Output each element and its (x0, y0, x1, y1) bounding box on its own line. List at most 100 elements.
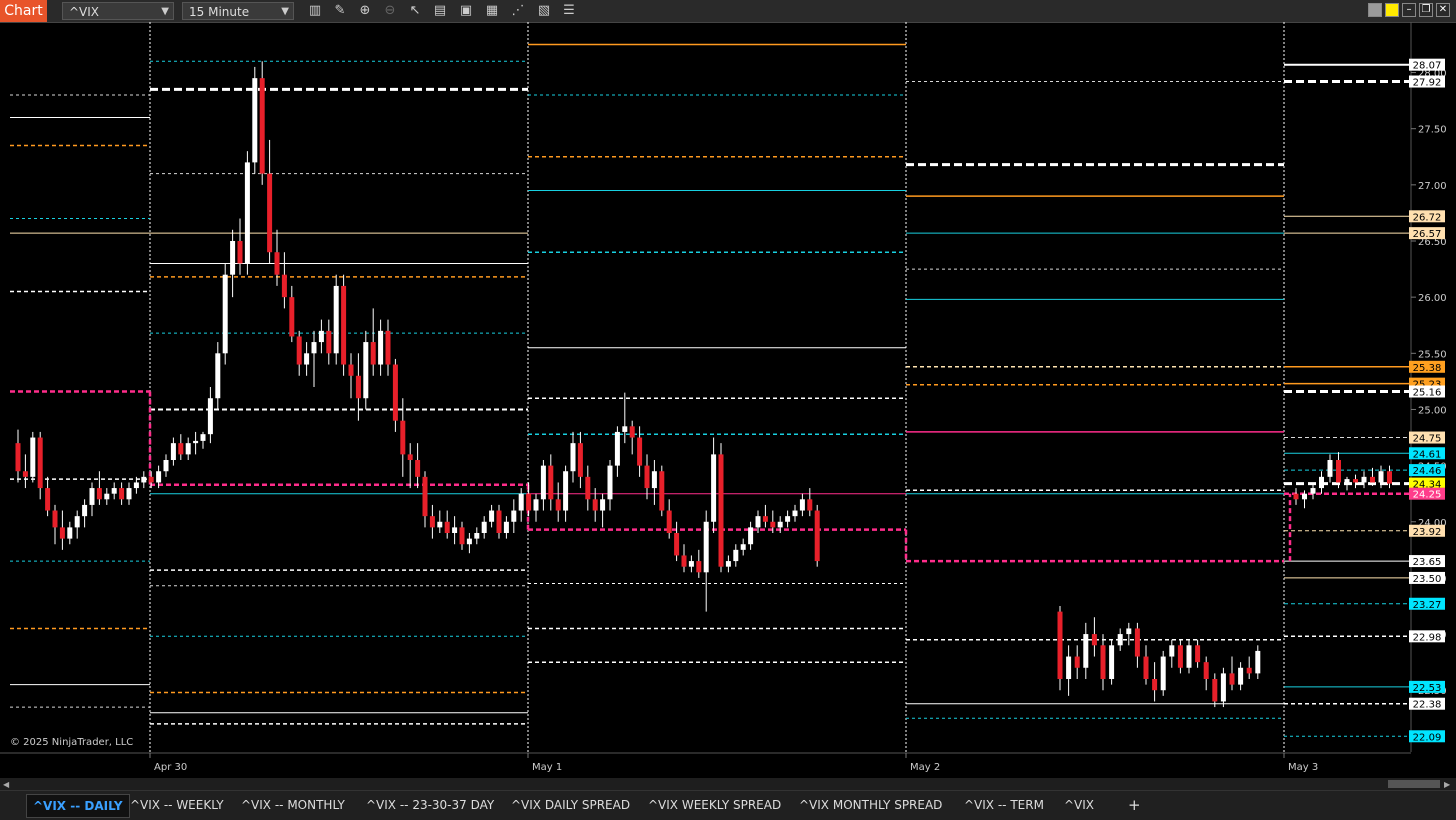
list-icon[interactable]: ☰ (561, 3, 577, 19)
candle-body (1109, 645, 1115, 679)
tab-vix-weekly[interactable]: ^VIX -- WEEKLY (124, 794, 230, 816)
candle-body (703, 521, 709, 573)
candle-body (259, 78, 265, 174)
candle-body (762, 516, 768, 522)
candle-body (378, 330, 384, 365)
candle-body (1074, 656, 1080, 668)
candle-body (296, 336, 302, 365)
add-tab-button[interactable]: + (1122, 794, 1147, 816)
tab-vix[interactable]: ^VIX (1058, 794, 1100, 816)
candle-body (281, 274, 287, 298)
minimize-icon[interactable]: – (1402, 3, 1416, 17)
interval-selector[interactable]: 15 Minute ▼ (182, 2, 294, 20)
candle-body (89, 488, 95, 505)
price-tag-label: 28.07 (1413, 61, 1442, 72)
candle-body (385, 330, 391, 365)
scroll-left-icon[interactable]: ◀ (3, 780, 9, 789)
price-tag-label: 25.38 (1413, 363, 1442, 374)
price-tag-label: 26.72 (1413, 212, 1442, 223)
chart-toolbar: Chart ^VIX ▼ 15 Minute ▼ ▥ ✎ ⊕ ⊖ ↖ ▤ ▣ ▦… (0, 0, 1456, 23)
instrument-selector[interactable]: ^VIX ▼ (62, 2, 174, 20)
candle-body (141, 476, 147, 483)
restore-icon[interactable]: ❐ (1419, 3, 1433, 17)
data-box-icon[interactable]: ▣ (458, 3, 474, 19)
candle-body (518, 493, 524, 511)
candle-body (30, 437, 36, 477)
tab-vix-daily-spread[interactable]: ^VIX DAILY SPREAD (505, 794, 636, 816)
candle-body (252, 78, 258, 163)
candle-body (326, 330, 332, 354)
properties-icon[interactable]: ▤ (432, 3, 448, 19)
strategies-icon[interactable]: ▧ (536, 3, 552, 19)
price-tag: 22.38 (1409, 697, 1445, 711)
price-tag-label: 24.61 (1413, 449, 1442, 460)
tab-vix-weekly-spread[interactable]: ^VIX WEEKLY SPREAD (642, 794, 787, 816)
close-icon[interactable]: ✕ (1436, 3, 1450, 17)
price-tag-label: 26.57 (1413, 229, 1442, 240)
time-tick-label: May 1 (532, 762, 562, 773)
horizontal-scrollbar[interactable]: ◀ ▶ (0, 778, 1456, 790)
theme-gray-icon[interactable] (1368, 3, 1382, 17)
price-chart[interactable]: 28.0027.5027.0026.5026.0025.5025.0024.50… (0, 22, 1456, 778)
candle-body (1057, 611, 1063, 679)
candle-body (740, 544, 746, 550)
candle-body (392, 364, 398, 421)
candle-body (792, 510, 798, 517)
candle-body (37, 437, 43, 489)
theme-yellow-icon[interactable] (1385, 3, 1399, 17)
price-tag-label: 24.25 (1413, 490, 1442, 501)
candle-body (755, 516, 761, 528)
pencil-icon[interactable]: ✎ (332, 3, 348, 19)
price-tag: 28.07 (1409, 58, 1445, 72)
price-tag: 23.27 (1409, 597, 1445, 611)
templates-icon[interactable]: ▦ (484, 3, 500, 19)
candle-body (459, 527, 465, 545)
tab-vix-daily[interactable]: ^VIX -- DAILY (26, 794, 130, 818)
candle-body (1246, 667, 1252, 674)
candle-body (45, 488, 51, 511)
candle-body (777, 521, 783, 528)
candle-body (444, 521, 450, 533)
candle-body (489, 510, 495, 522)
candle-body (496, 510, 502, 533)
price-tag: 24.61 (1409, 447, 1445, 460)
tab-vix-23-30-37-day[interactable]: ^VIX -- 23-30-37 DAY (360, 794, 500, 816)
candle-body (1310, 488, 1316, 494)
candle-body (1177, 645, 1183, 668)
candle-body (629, 426, 635, 438)
candle-body (548, 465, 554, 500)
candle-body (452, 527, 458, 533)
interval-value: 15 Minute (189, 5, 250, 19)
tab-vix-monthly-spread[interactable]: ^VIX MONTHLY SPREAD (793, 794, 948, 816)
candle-body (1160, 656, 1166, 691)
bars-icon[interactable]: ▥ (307, 3, 323, 19)
tab-vix-term[interactable]: ^VIX -- TERM (958, 794, 1050, 816)
scrollbar-thumb[interactable] (1388, 780, 1440, 788)
price-tag: 24.75 (1409, 431, 1445, 445)
candle-body (770, 521, 776, 528)
candle-body (215, 353, 221, 399)
price-tag-label: 23.92 (1413, 527, 1442, 538)
zoom-in-icon[interactable]: ⊕ (357, 3, 373, 19)
candle-body (230, 241, 236, 275)
scroll-right-icon[interactable]: ▶ (1444, 780, 1450, 789)
candle-body (1370, 476, 1375, 483)
indicators-icon[interactable]: ⋰ (510, 3, 526, 19)
chevron-down-icon: ▼ (161, 6, 169, 17)
price-tag-label: 22.53 (1413, 683, 1442, 694)
candle-body (503, 521, 509, 533)
axis-tick-label: 26.00 (1418, 293, 1447, 304)
price-tag-label: 23.50 (1413, 574, 1442, 585)
candle-body (370, 342, 376, 365)
tab-vix-monthly[interactable]: ^VIX -- MONTHLY (235, 794, 351, 816)
candle-body (1378, 471, 1384, 483)
cursor-icon[interactable]: ↖ (407, 3, 423, 19)
candle-body (333, 285, 339, 354)
candle-body (814, 510, 820, 562)
candle-body (156, 471, 162, 483)
candle-body (363, 342, 369, 399)
candle-body (429, 516, 435, 528)
candle-body (59, 527, 65, 539)
zoom-out-icon[interactable]: ⊖ (382, 3, 398, 19)
candle-body (1083, 634, 1089, 668)
